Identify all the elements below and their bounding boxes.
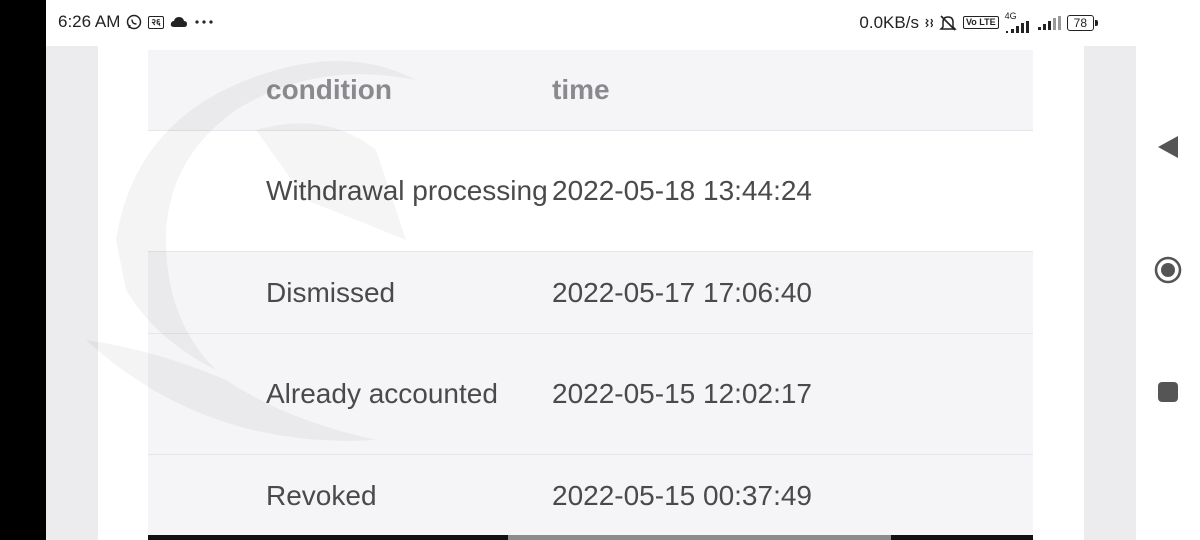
table-row[interactable]: Revoked 2022-05-15 00:37:49	[148, 455, 1033, 537]
row-condition: Dismissed	[266, 276, 396, 308]
phone-screen: 6:26 AM २६ 0.0KB/s Vo LTE 4G 78 conditio…	[46, 0, 1136, 540]
app-badge-icon: २६	[148, 15, 164, 29]
signal-2-icon	[1037, 15, 1061, 30]
row-condition: Withdrawal processing	[266, 175, 548, 206]
row-condition: Revoked	[266, 479, 377, 511]
scrollbar-thumb[interactable]	[508, 535, 891, 540]
battery-icon: 78	[1066, 14, 1099, 31]
header-time: time	[552, 74, 610, 105]
whatsapp-icon	[126, 14, 142, 30]
status-time: 6:26 AM	[58, 12, 121, 31]
recents-square-icon[interactable]	[1154, 378, 1182, 406]
table-row[interactable]: Already accounted 2022-05-15 12:02:17	[148, 334, 1033, 455]
home-circle-icon[interactable]	[1154, 256, 1182, 284]
network-type-label: 4G	[1004, 11, 1017, 21]
status-bar: 6:26 AM २६ 0.0KB/s Vo LTE 4G 78	[46, 0, 1136, 46]
battery-level: 78	[1073, 15, 1087, 30]
more-dots-icon	[194, 19, 214, 25]
signal-icon: 4G	[1005, 12, 1031, 33]
row-condition: Already accounted	[266, 378, 498, 409]
cloud-icon	[170, 16, 188, 28]
header-condition: condition	[266, 74, 392, 105]
row-time: 2022-05-18 13:44:24	[552, 175, 812, 206]
back-triangle-icon[interactable]	[1154, 133, 1182, 161]
status-right: 0.0KB/s Vo LTE 4G 78	[859, 12, 1099, 33]
row-time: 2022-05-15 12:02:17	[552, 378, 812, 409]
row-time: 2022-05-15 00:37:49	[552, 479, 812, 511]
volte-icon: Vo LTE	[962, 16, 999, 29]
table-row[interactable]: Withdrawal processing 2022-05-18 13:44:2…	[148, 131, 1033, 252]
mute-icon	[939, 14, 957, 32]
network-speed: 0.0KB/s	[859, 12, 919, 32]
horizontal-scrollbar[interactable]	[148, 535, 1033, 540]
vibrate-icon	[925, 16, 933, 30]
status-left: 6:26 AM २६	[58, 12, 214, 32]
row-time: 2022-05-17 17:06:40	[552, 276, 812, 308]
navigation-bar	[1136, 0, 1200, 540]
table-header-row: condition time	[148, 50, 1033, 131]
table-row[interactable]: Dismissed 2022-05-17 17:06:40	[148, 252, 1033, 334]
records-table: condition time Withdrawal processing 202…	[148, 50, 1033, 537]
